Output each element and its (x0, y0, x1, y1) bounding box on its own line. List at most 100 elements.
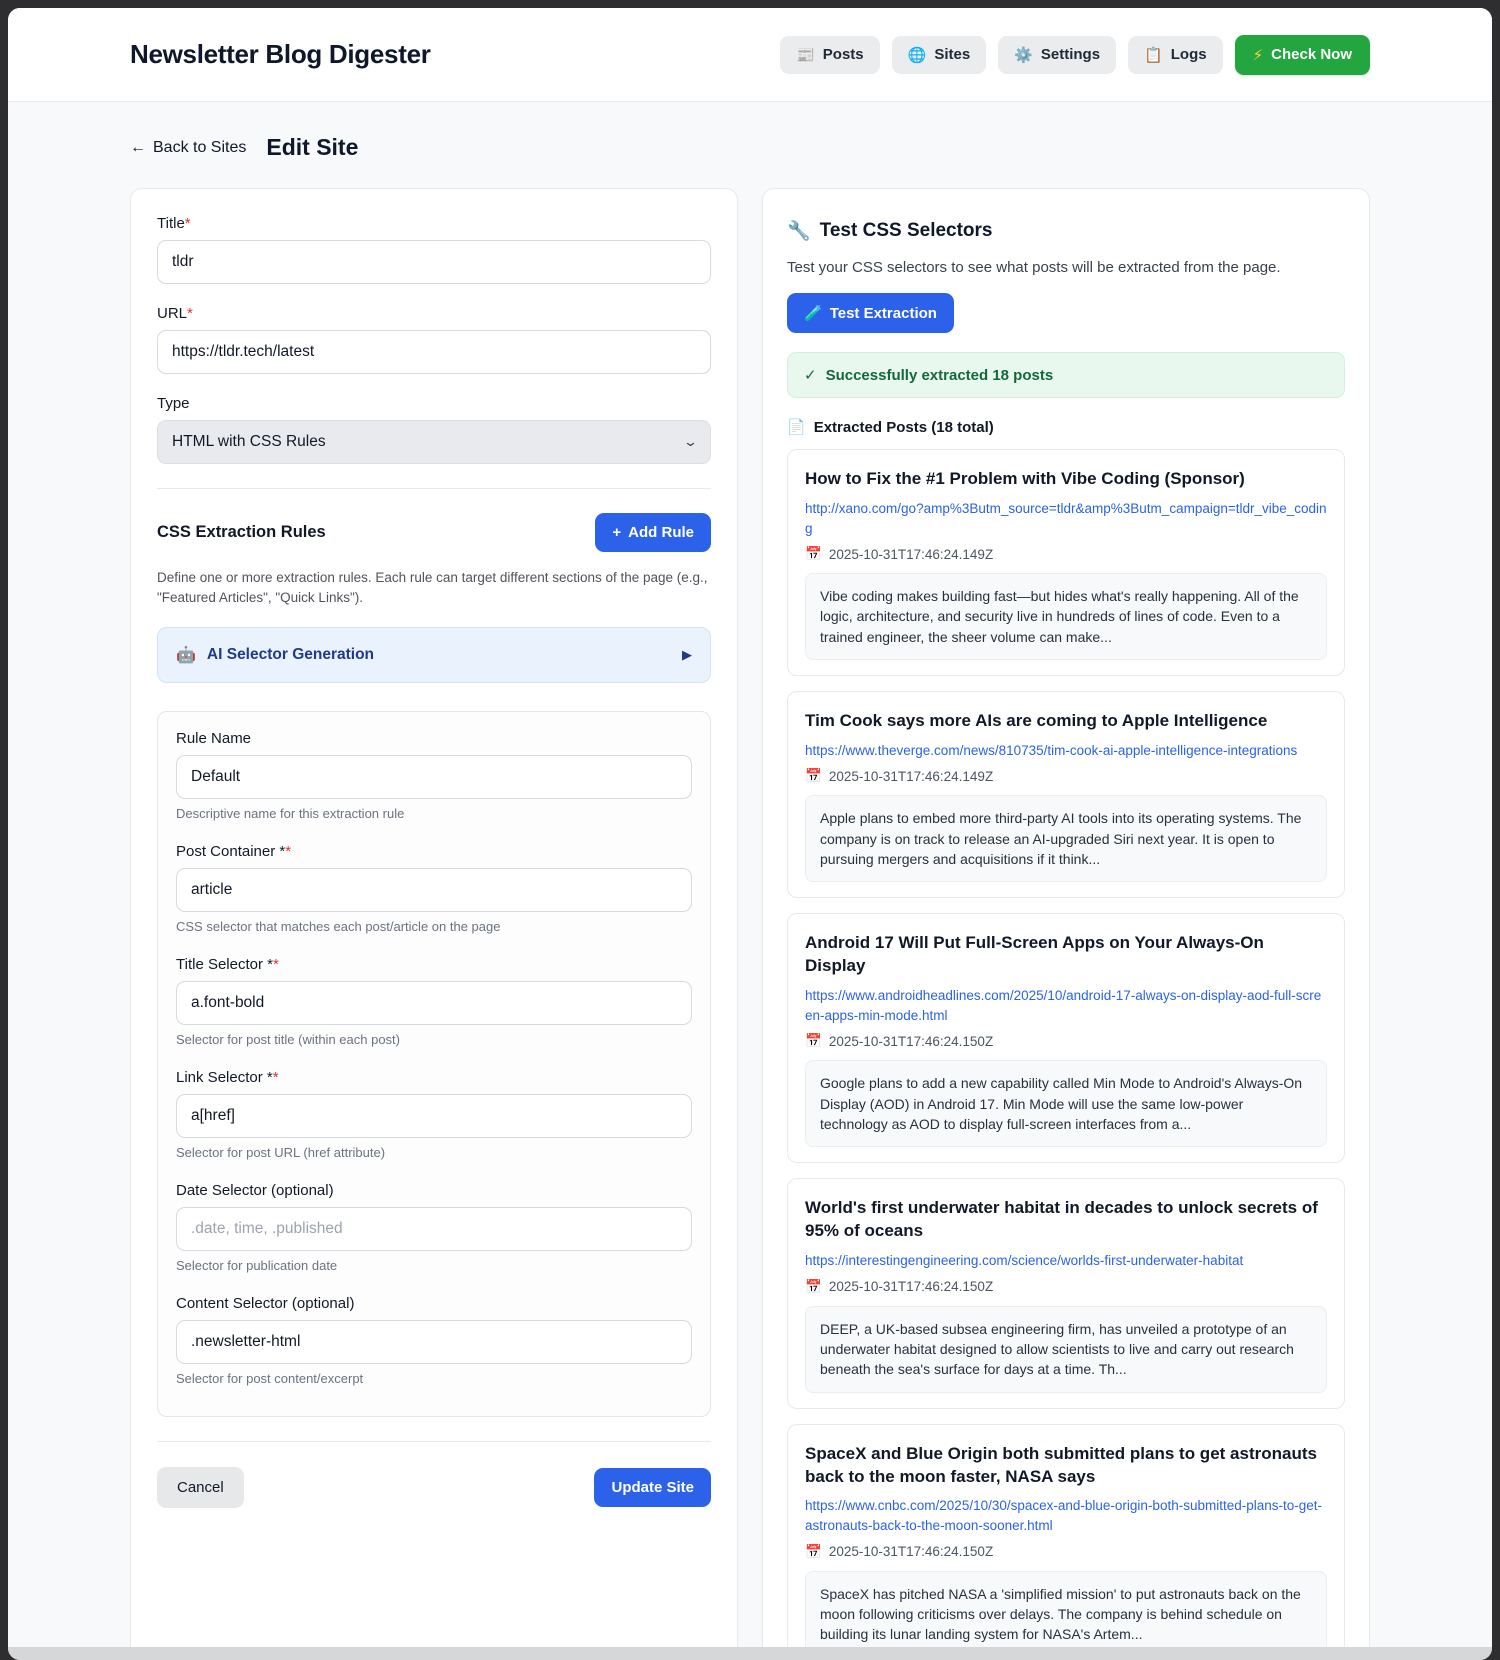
post-title: Tim Cook says more AIs are coming to App… (805, 710, 1268, 730)
post-card: Tim Cook says more AIs are coming to App… (787, 690, 1345, 899)
link-selector-helper: Selector for post URL (href attribute) (176, 1144, 386, 1160)
extracted-posts-list: How to Fix the #1 Problem with Vibe Codi… (787, 449, 1345, 1660)
rule-name-helper: Descriptive name for this extraction rul… (176, 805, 405, 821)
link-selector-label: Link Selector ** (176, 1068, 279, 1086)
post-title: How to Fix the #1 Problem with Vibe Codi… (805, 469, 1245, 488)
robot-icon: 🤖 (176, 646, 196, 664)
app-title: Newsletter Blog Digester (130, 39, 431, 69)
title-selector-label: Title Selector ** (176, 955, 279, 973)
post-excerpt: DEEP, a UK-based subsea engineering firm… (805, 1305, 1327, 1393)
post-date: 📅 2025-10-31T17:46:24.150Z (805, 1543, 994, 1560)
url-input[interactable] (157, 330, 711, 374)
link-selector-group: Link Selector ** Selector for post URL (… (176, 1069, 692, 1160)
rule-name-label: Rule Name (176, 729, 252, 747)
test-tube-icon: 🧪 (804, 305, 823, 322)
post-url-link[interactable]: https://www.cnbc.com/2025/10/30/spacex-a… (805, 1496, 1327, 1535)
clipboard-icon: 📋 (1144, 46, 1163, 64)
back-arrow-icon: ← (130, 138, 146, 156)
test-selectors-heading: 🔧 Test CSS Selectors (787, 220, 993, 242)
post-url-link[interactable]: http://xano.com/go?amp%3Butm_source=tldr… (805, 499, 1327, 538)
post-container-group: Post Container ** CSS selector that matc… (176, 843, 692, 934)
post-excerpt: Google plans to add a new capability cal… (805, 1060, 1327, 1148)
update-site-button[interactable]: Update Site (594, 1467, 711, 1507)
type-field-group: Type HTML with CSS Rules ⌄ (157, 395, 711, 464)
post-url-link[interactable]: https://www.theverge.com/news/810735/tim… (805, 741, 1327, 761)
post-container-helper: CSS selector that matches each post/arti… (176, 918, 501, 934)
add-rule-button[interactable]: + Add Rule (595, 513, 711, 552)
test-extraction-button[interactable]: 🧪 Test Extraction (787, 293, 954, 333)
title-selector-group: Title Selector ** Selector for post titl… (176, 956, 692, 1047)
post-card: World's first underwater habitat in deca… (787, 1178, 1345, 1409)
date-selector-input[interactable] (176, 1206, 692, 1251)
caret-right-icon: ▶ (682, 646, 692, 662)
title-selector-helper: Selector for post title (within each pos… (176, 1031, 400, 1047)
lightning-icon: ⚡ (1252, 46, 1264, 64)
nav-settings-button[interactable]: ⚙️ Settings (998, 35, 1117, 74)
check-icon: ✓ (804, 367, 817, 384)
content-selector-label: Content Selector (optional) (176, 1294, 355, 1312)
url-label: URL* (157, 305, 193, 322)
breadcrumb: ← Back to Sites Edit Site (130, 134, 1370, 161)
section-divider (157, 488, 711, 489)
actions-divider (157, 1440, 711, 1442)
post-date: 📅 2025-10-31T17:46:24.150Z (805, 1033, 994, 1049)
calendar-icon: 📅 (805, 768, 822, 784)
link-selector-input[interactable] (176, 1093, 692, 1138)
chevron-down-icon: ⌄ (682, 434, 699, 449)
page-icon: 📄 (787, 419, 806, 436)
calendar-icon: 📅 (805, 1033, 822, 1049)
post-title: Android 17 Will Put Full-Screen Apps on … (805, 933, 1264, 976)
test-selectors-panel: 🔧 Test CSS Selectors Test your CSS selec… (762, 188, 1370, 1660)
date-selector-label: Date Selector (optional) (176, 1181, 334, 1199)
back-to-sites-link[interactable]: ← Back to Sites (130, 139, 246, 157)
page-title: Edit Site (266, 134, 359, 160)
nav-logs-button[interactable]: 📋 Logs (1128, 35, 1223, 74)
extracted-posts-heading: 📄 Extracted Posts (18 total) (787, 418, 994, 437)
app-header: Newsletter Blog Digester 📰 Posts 🌐 Sites… (8, 8, 1492, 102)
nav-sites-button[interactable]: 🌐 Sites (891, 35, 987, 74)
calendar-icon: 📅 (805, 546, 822, 562)
post-container-input[interactable] (176, 867, 692, 912)
content-selector-helper: Selector for post content/excerpt (176, 1370, 364, 1386)
gear-icon: ⚙️ (1014, 46, 1033, 64)
rule-name-input[interactable] (176, 754, 692, 799)
edit-site-form: Title* URL* Type HTML with CSS Rules ⌄ (130, 188, 738, 1660)
rule-name-group: Rule Name Descriptive name for this extr… (176, 730, 692, 821)
post-date: 📅 2025-10-31T17:46:24.150Z (805, 1278, 994, 1295)
post-date: 📅 2025-10-31T17:46:24.149Z (805, 546, 994, 562)
title-selector-input[interactable] (176, 980, 692, 1025)
post-excerpt: Apple plans to embed more third-party AI… (805, 795, 1327, 883)
rules-description: Define one or more extraction rules. Eac… (157, 570, 708, 606)
content-selector-input[interactable] (176, 1319, 692, 1364)
post-title: World's first underwater habitat in deca… (805, 1198, 1318, 1241)
calendar-icon: 📅 (805, 1543, 822, 1559)
post-excerpt: Vibe coding makes building fast—but hide… (805, 573, 1327, 660)
post-card: SpaceX and Blue Origin both submitted pl… (787, 1423, 1345, 1660)
title-label: Title* (157, 215, 191, 232)
date-selector-group: Date Selector (optional) Selector for pu… (176, 1182, 692, 1273)
window-bottom-edge (8, 1647, 1492, 1660)
extraction-success-banner: ✓ Successfully extracted 18 posts (787, 352, 1345, 398)
plus-icon: + (612, 524, 622, 541)
cancel-button[interactable]: Cancel (157, 1466, 244, 1508)
date-selector-helper: Selector for publication date (176, 1257, 338, 1273)
post-title: SpaceX and Blue Origin both submitted pl… (805, 1443, 1317, 1486)
posts-icon: 📰 (796, 46, 815, 64)
post-url-link[interactable]: https://interestingengineering.com/scien… (805, 1251, 1327, 1271)
url-field-group: URL* (157, 305, 711, 374)
post-url-link[interactable]: https://www.androidheadlines.com/2025/10… (805, 986, 1327, 1025)
post-excerpt: SpaceX has pitched NASA a 'simplified mi… (805, 1570, 1327, 1658)
type-select[interactable]: HTML with CSS Rules ⌄ (157, 420, 711, 464)
app-window: Newsletter Blog Digester 📰 Posts 🌐 Sites… (8, 8, 1492, 1660)
post-card: How to Fix the #1 Problem with Vibe Codi… (787, 449, 1345, 676)
check-now-button[interactable]: ⚡ Check Now (1234, 34, 1370, 75)
post-date: 📅 2025-10-31T17:46:24.149Z (805, 768, 994, 784)
ai-selector-generation-toggle[interactable]: 🤖 AI Selector Generation ▶ (157, 626, 711, 683)
post-container-label: Post Container ** (176, 842, 292, 860)
title-field-group: Title* (157, 215, 711, 284)
nav-group: 📰 Posts 🌐 Sites ⚙️ Settings 📋 Logs ⚡ Che… (780, 34, 1370, 75)
title-input[interactable] (157, 240, 711, 284)
content-selector-group: Content Selector (optional) Selector for… (176, 1295, 692, 1386)
type-label: Type (157, 395, 190, 412)
nav-posts-button[interactable]: 📰 Posts (780, 35, 880, 74)
